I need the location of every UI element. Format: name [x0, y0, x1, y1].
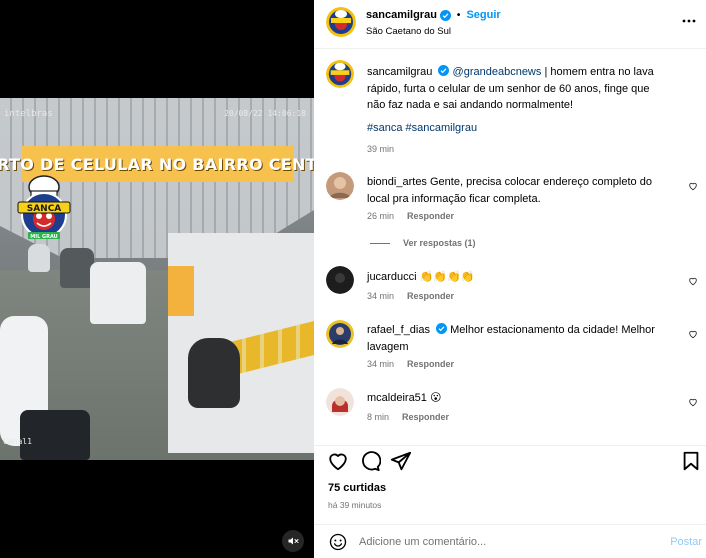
comment-text: biondi_artes Gente, precisa colocar ende…	[367, 174, 666, 207]
comment-text: mcaldeira51 😮	[367, 390, 666, 407]
post-header: sancamilgrau • Seguir São Caetano do Sul	[314, 0, 706, 49]
comment-username[interactable]: jucarducci	[367, 271, 417, 283]
share-paper-plane-icon[interactable]	[390, 450, 412, 472]
caption-hashtags[interactable]: #sanca #sancamilgrau	[367, 122, 477, 134]
commenter-avatar[interactable]	[326, 172, 354, 200]
user-photo-icon	[326, 266, 354, 294]
user-photo-icon	[326, 172, 354, 200]
reply-button[interactable]: Responder	[407, 291, 454, 301]
author-line: sancamilgrau • Seguir	[366, 9, 501, 21]
post-location[interactable]: São Caetano do Sul	[366, 26, 451, 37]
comments-thread[interactable]: sancamilgrau @grandeabcnews | homem entr…	[314, 50, 706, 445]
verified-badge-icon	[436, 323, 448, 334]
video-player[interactable]: intelbras 20/08/22 14:06:18 Canal1 FURTO…	[0, 98, 314, 460]
like-comment-heart-icon[interactable]	[688, 181, 698, 191]
comment-username[interactable]: biondi_artes	[367, 176, 427, 188]
comment-text: jucarducci 👏👏👏👏	[367, 269, 666, 286]
speaker-muted-icon	[288, 537, 299, 545]
commenter-avatar[interactable]	[326, 388, 354, 416]
likes-count[interactable]: 75 curtidas	[328, 482, 386, 494]
caption-time[interactable]: 39 min	[367, 144, 394, 154]
video-frame-sign	[168, 266, 194, 316]
reply-button[interactable]: Responder	[402, 412, 449, 422]
comment-time[interactable]: 34 min	[367, 291, 394, 301]
camera-channel: Canal1	[3, 437, 32, 446]
reply-button[interactable]: Responder	[407, 359, 454, 369]
caption-meta: 39 min	[367, 144, 394, 154]
post-age: há 39 minutos	[328, 500, 382, 510]
mute-toggle-button[interactable]	[282, 530, 304, 552]
comment-body: 👏👏👏👏	[416, 271, 475, 283]
sanca-avatar-icon	[326, 7, 356, 37]
view-replies-button[interactable]: Ver respostas (1)	[370, 238, 476, 248]
video-frame-car	[20, 410, 90, 460]
camera-timestamp: 20/08/22 14:06:18	[224, 109, 306, 118]
sanca-mil-grau-logo: SANCA MIL GRAU	[17, 175, 71, 240]
comment-meta: 26 min Responder	[367, 211, 454, 221]
comment-username[interactable]: rafael_f_dias	[367, 324, 430, 336]
commenter-avatar[interactable]	[326, 266, 354, 294]
like-heart-icon[interactable]	[327, 450, 349, 472]
comment-body: 😮	[426, 392, 442, 404]
like-comment-heart-icon[interactable]	[688, 397, 698, 407]
caption-hashtags-line: #sanca #sancamilgrau	[367, 120, 666, 137]
video-frame-car	[60, 248, 94, 288]
comment-meta: 34 min Responder	[367, 359, 454, 369]
caption-text: sancamilgrau @grandeabcnews | homem entr…	[367, 64, 666, 114]
header-separator: •	[456, 9, 461, 21]
comment-time[interactable]: 8 min	[367, 412, 389, 422]
verified-badge-icon	[439, 9, 451, 21]
like-comment-heart-icon[interactable]	[688, 276, 698, 286]
user-photo-icon	[326, 320, 354, 348]
comment-input[interactable]	[359, 533, 649, 551]
camera-brand: intelbras	[4, 109, 53, 119]
sanca-avatar-icon	[326, 60, 354, 88]
comment-time[interactable]: 34 min	[367, 359, 394, 369]
post-comment-button[interactable]: Postar	[670, 536, 702, 548]
caption-avatar[interactable]	[326, 60, 354, 88]
post-side-panel: sancamilgrau • Seguir São Caetano do Sul	[314, 0, 706, 558]
comment-meta: 34 min Responder	[367, 291, 454, 301]
emoji-smiley-icon[interactable]	[329, 533, 347, 551]
save-bookmark-icon[interactable]	[680, 450, 702, 472]
video-frame-motorcycle	[188, 338, 240, 408]
verified-badge-icon	[438, 65, 450, 76]
caption-mention-link[interactable]: @grandeabcnews	[453, 66, 542, 78]
comment-bubble-icon[interactable]	[359, 450, 381, 472]
user-photo-icon	[326, 388, 354, 416]
post-media: intelbras 20/08/22 14:06:18 Canal1 FURTO…	[0, 0, 314, 558]
video-frame-car	[90, 262, 146, 324]
comment-username[interactable]: mcaldeira51	[367, 392, 427, 404]
follow-button[interactable]: Seguir	[466, 9, 500, 21]
replies-line-divider	[370, 242, 390, 244]
caption-username[interactable]: sancamilgrau	[367, 66, 432, 78]
comment-text: rafael_f_dias Melhor estacionamento da c…	[367, 322, 666, 355]
view-replies-label: Ver respostas (1)	[403, 238, 476, 248]
comment-composer: Postar	[314, 524, 706, 558]
author-username[interactable]: sancamilgrau	[366, 9, 437, 21]
commenter-avatar[interactable]	[326, 320, 354, 348]
video-frame-car	[28, 244, 50, 272]
comment-time[interactable]: 26 min	[367, 211, 394, 221]
svg-text:MIL GRAU: MIL GRAU	[30, 234, 58, 240]
more-options-icon[interactable]	[682, 14, 696, 28]
comment-meta: 8 min Responder	[367, 412, 449, 422]
post-actions-bar	[314, 445, 706, 477]
reply-button[interactable]: Responder	[407, 211, 454, 221]
like-comment-heart-icon[interactable]	[688, 329, 698, 339]
author-avatar[interactable]	[326, 7, 356, 37]
svg-text:SANCA: SANCA	[27, 204, 62, 214]
